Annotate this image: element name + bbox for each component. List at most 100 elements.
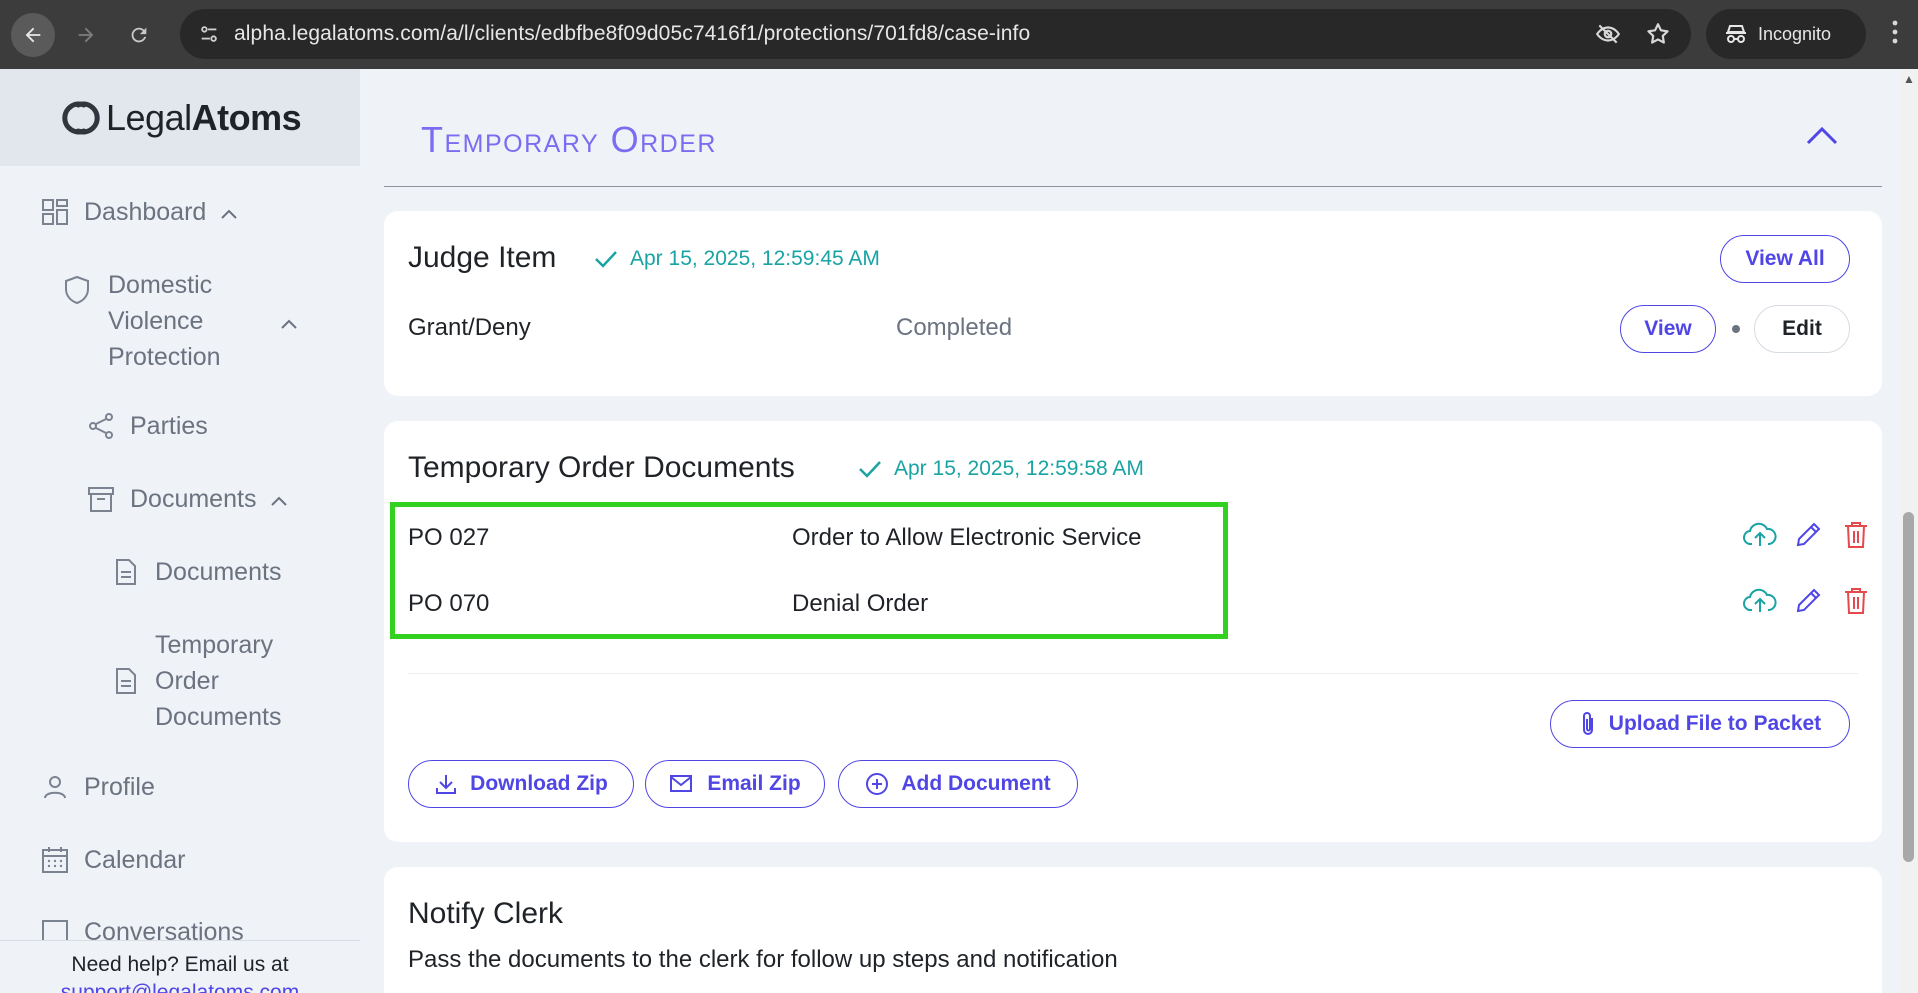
sidebar-item-documents-sub[interactable]: Documents [111, 557, 281, 587]
sidebar-item-parties[interactable]: Parties [86, 411, 208, 441]
plus-circle-icon [865, 772, 889, 796]
eye-off-icon[interactable] [1595, 21, 1621, 47]
sidebar-item-label: Profile [84, 772, 155, 801]
user-icon [40, 772, 70, 802]
back-button[interactable] [11, 12, 55, 57]
file-text-icon [111, 557, 141, 587]
pencil-icon[interactable] [1790, 583, 1826, 619]
sidebar-item-profile[interactable]: Profile [40, 772, 155, 802]
judge-item-status: Completed [896, 314, 1013, 341]
mail-icon [669, 773, 695, 795]
check-icon [595, 251, 617, 268]
chevron-up-icon[interactable] [280, 318, 298, 330]
sidebar-item-label: Parties [130, 411, 208, 440]
sidebar-item-dashboard[interactable]: Dashboard [40, 197, 238, 227]
card-title: Judge Item [408, 241, 557, 274]
notify-clerk-description: Pass the documents to the clerk for foll… [408, 946, 1118, 973]
logo[interactable]: LegalAtoms [0, 69, 360, 166]
collapse-section-button[interactable] [1804, 123, 1840, 152]
grid-icon [40, 197, 70, 227]
button-label: Add Document [901, 772, 1051, 795]
temporary-order-documents-card: Temporary Order Documents Apr 15, 2025, … [384, 421, 1882, 842]
timestamp: Apr 15, 2025, 12:59:58 AM [894, 457, 1144, 480]
button-label: Upload File to Packet [1608, 712, 1822, 735]
star-icon[interactable] [1645, 21, 1671, 47]
sidebar-item-label: Protection [108, 343, 221, 371]
shield-icon [62, 275, 106, 305]
scroll-up-arrow-icon[interactable]: ▲ [1903, 72, 1915, 86]
row-divider [408, 673, 1858, 674]
separator-dot [1732, 325, 1740, 333]
arrow-left-icon [25, 27, 41, 42]
email-zip-button[interactable]: Email Zip [645, 760, 825, 808]
document-name[interactable]: Denial Order [792, 590, 928, 618]
sidebar: LegalAtoms Dashboard Domestic Violence P… [0, 69, 360, 993]
main-content: Temporary Order Judge Item Apr 15, 2025,… [360, 69, 1900, 993]
document-name[interactable]: Order to Allow Electronic Service [792, 524, 1141, 552]
trash-icon[interactable] [1838, 583, 1874, 619]
document-code: PO 070 [408, 590, 490, 617]
sidebar-item-label: Documents [155, 703, 282, 731]
address-bar[interactable]: alpha.legalatoms.com/a/l/clients/edbfbe8… [180, 9, 1691, 59]
pencil-icon[interactable] [1790, 517, 1826, 553]
button-label: Download Zip [470, 772, 608, 795]
document-code: PO 027 [408, 524, 490, 551]
button-label: Email Zip [707, 772, 801, 795]
arrow-right-icon [78, 27, 94, 42]
help-footer: Need help? Email us at support@legalatom… [0, 940, 360, 993]
incognito-label: Incognito [1758, 23, 1832, 44]
file-text-icon [111, 666, 155, 696]
legalatoms-logo-icon [62, 101, 100, 134]
highlight-box [390, 502, 1228, 639]
chevron-up-icon[interactable] [220, 198, 238, 227]
check-icon [859, 461, 881, 478]
sidebar-item-calendar[interactable]: Calendar [40, 845, 185, 875]
calendar-icon [40, 845, 70, 875]
judge-item-card: Judge Item Apr 15, 2025, 12:59:45 AM Vie… [384, 211, 1882, 396]
sidebar-item-label: Order [155, 667, 219, 695]
section-divider [384, 186, 1882, 187]
notify-clerk-card: Notify Clerk Pass the documents to the c… [384, 867, 1882, 993]
completion-stamp: Apr 15, 2025, 12:59:45 AM [594, 247, 880, 271]
url-text[interactable]: alpha.legalatoms.com/a/l/clients/edbfbe8… [234, 22, 1030, 46]
sidebar-item-label: Documents [130, 484, 257, 513]
card-title: Temporary Order Documents [408, 451, 795, 484]
archive-icon [86, 484, 116, 514]
chevron-up-icon [1806, 126, 1838, 145]
reload-button[interactable] [117, 13, 161, 57]
help-text: Need help? Email us at [71, 953, 289, 976]
incognito-badge[interactable]: Incognito [1706, 9, 1866, 59]
paperclip-icon [1579, 710, 1597, 738]
trash-icon[interactable] [1838, 517, 1874, 553]
site-settings-icon[interactable] [194, 23, 224, 45]
sidebar-item-documents[interactable]: Documents [86, 484, 288, 514]
incognito-icon [1726, 25, 1746, 43]
edit-button[interactable]: Edit [1754, 305, 1850, 353]
download-icon [434, 772, 458, 796]
sidebar-item-label: Dashboard [84, 197, 207, 226]
sidebar-item-label: Calendar [84, 845, 186, 874]
view-all-button[interactable]: View All [1720, 235, 1850, 283]
download-zip-button[interactable]: Download Zip [408, 760, 634, 808]
upload-file-to-packet-button[interactable]: Upload File to Packet [1550, 700, 1850, 748]
browser-toolbar: alpha.legalatoms.com/a/l/clients/edbfbe8… [0, 0, 1918, 69]
judge-item-label: Grant/Deny [408, 314, 531, 341]
upload-cloud-icon[interactable] [1742, 583, 1778, 619]
chevron-up-icon[interactable] [270, 485, 288, 514]
scrollbar-thumb[interactable] [1903, 512, 1914, 862]
timestamp: Apr 15, 2025, 12:59:45 AM [630, 247, 880, 270]
menu-kebab-icon[interactable] [1892, 20, 1898, 51]
help-email-link[interactable]: support@legalatoms.com [0, 981, 360, 993]
add-document-button[interactable]: Add Document [838, 760, 1078, 808]
sidebar-item-label: Violence [108, 307, 204, 335]
share-icon [86, 411, 116, 441]
reload-icon [131, 27, 147, 42]
sidebar-item-label: Documents [155, 557, 282, 586]
upload-cloud-icon[interactable] [1742, 517, 1778, 553]
section-title: Temporary Order [421, 119, 717, 160]
logo-text: LegalAtoms [106, 96, 302, 138]
completion-stamp: Apr 15, 2025, 12:59:58 AM [858, 457, 1144, 481]
view-button[interactable]: View [1620, 305, 1716, 353]
sidebar-item-label: Temporary [155, 631, 274, 659]
forward-button[interactable] [64, 13, 108, 57]
